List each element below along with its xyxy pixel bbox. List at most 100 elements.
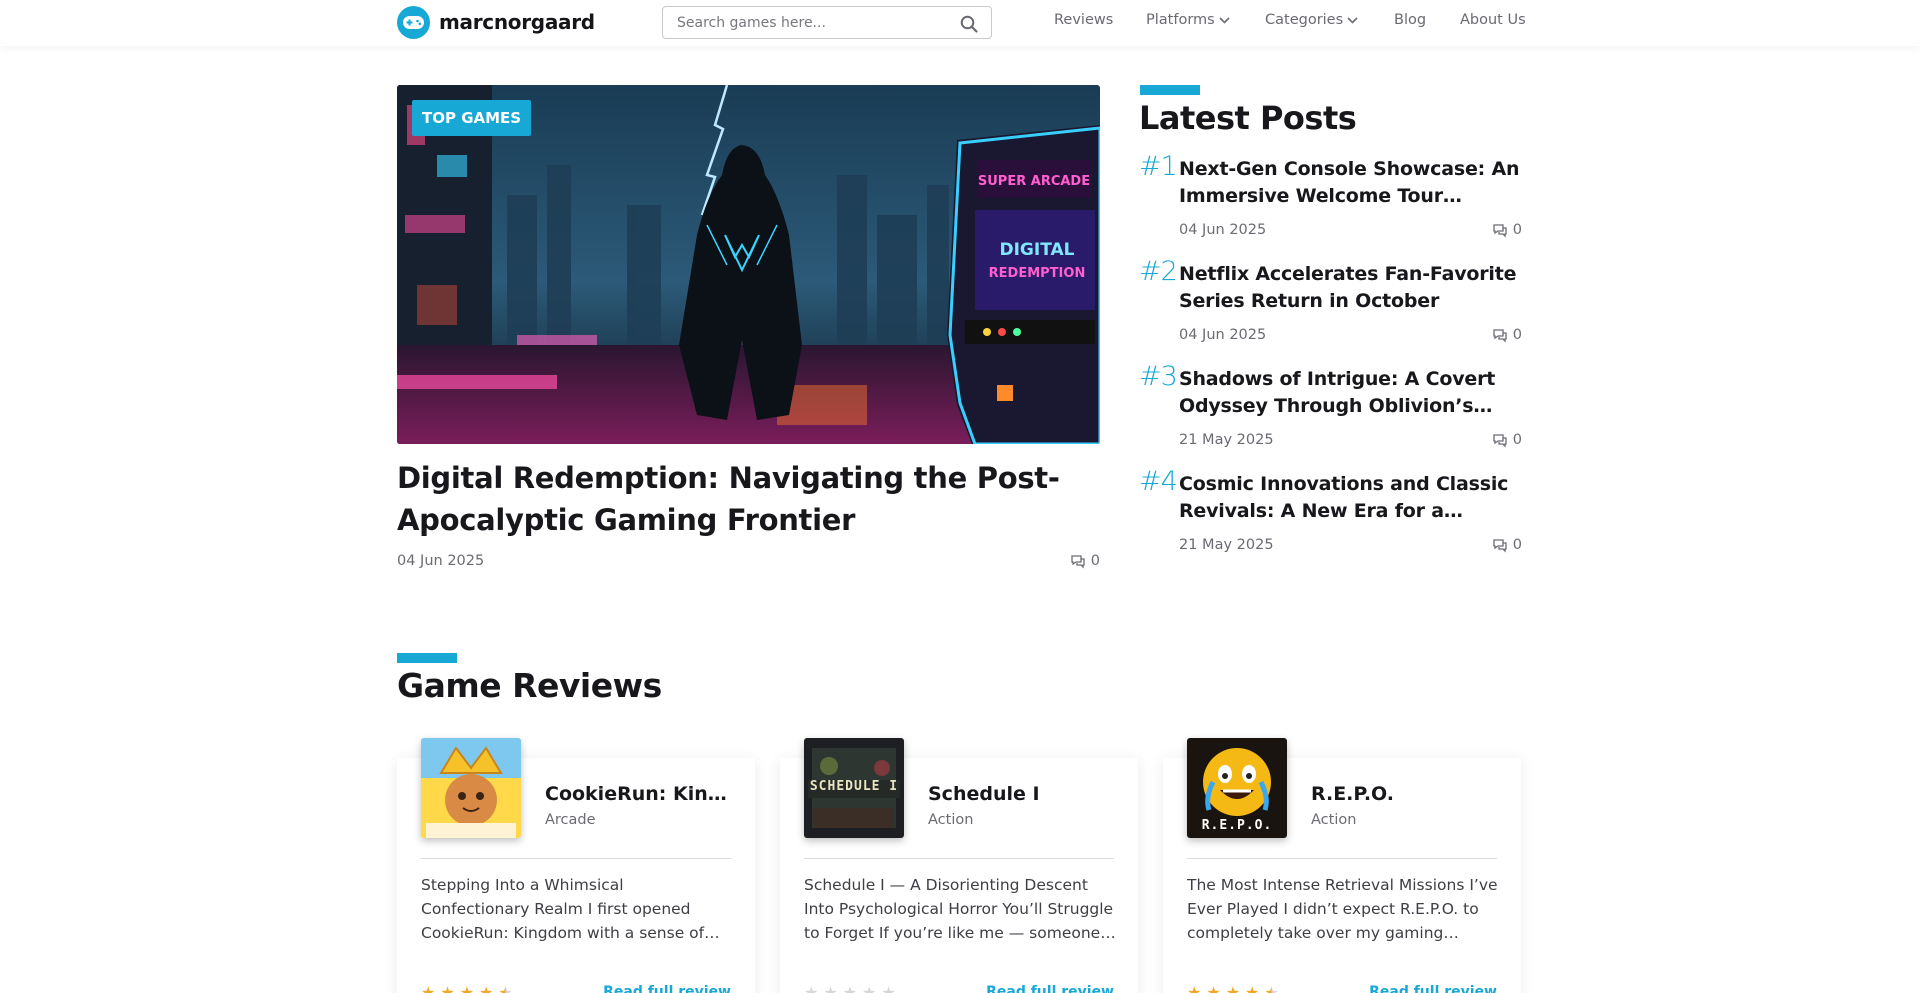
comment-count: 0 [1512, 222, 1522, 238]
svg-text:REDEMPTION: REDEMPTION [989, 266, 1086, 281]
search-box [662, 6, 992, 39]
post-rank: #2 [1139, 256, 1178, 287]
latest-accent-bar [1140, 85, 1200, 95]
chevron-down-icon [1219, 16, 1230, 24]
svg-text:SUPER ARCADE: SUPER ARCADE [978, 174, 1090, 189]
cyberpunk-hooded-figure-arcade-image: SUPER ARCADE DIGITAL REDEMPTION [397, 85, 1100, 444]
review-thumbnail[interactable]: R.E.P.O. [1187, 738, 1287, 838]
gamepad-icon [397, 5, 430, 39]
post-title[interactable]: Netflix Accelerates Fan-Favorite Series … [1179, 261, 1524, 315]
star-rating: ★ ★ ★ ★ ★ [1187, 983, 1279, 993]
comment-icon [1493, 538, 1507, 553]
post-date: 21 May 2025 [1179, 432, 1274, 448]
nav-about-label: About Us [1460, 12, 1526, 28]
thumbnail-title: SCHEDULE I [809, 779, 899, 794]
reviews-accent-bar [397, 653, 457, 663]
nav-blog[interactable]: Blog [1394, 12, 1426, 28]
post-comments[interactable]: 0 [1492, 222, 1522, 238]
post-date: 21 May 2025 [1179, 537, 1274, 553]
nav-reviews[interactable]: Reviews [1054, 12, 1113, 28]
review-title[interactable]: Schedule I [928, 783, 1123, 805]
post-title[interactable]: Next-Gen Console Showcase: An Immersive … [1179, 156, 1524, 210]
star-icon: ★ [862, 983, 877, 993]
post-rank: #4 [1139, 466, 1178, 497]
star-icon: ★ [498, 983, 512, 993]
star-icon: ★ [1187, 983, 1202, 993]
star-icon: ★ [1264, 983, 1278, 993]
hero-date: 04 Jun 2025 [397, 553, 485, 569]
nav-blog-label: Blog [1394, 12, 1427, 28]
hero-title[interactable]: Digital Redemption: Navigating the Post-… [397, 457, 1097, 541]
star-icon: ★ [479, 983, 494, 993]
nav-platforms-label: Platforms [1146, 12, 1215, 28]
divider [804, 858, 1114, 859]
star-icon: ★ [1245, 983, 1260, 993]
nav-categories-label: Categories [1265, 12, 1344, 28]
site-logo[interactable]: marcnorgaard [397, 5, 595, 39]
site-header: marcnorgaard Reviews Platforms Categorie… [0, 0, 1920, 46]
search-icon[interactable] [960, 15, 978, 33]
review-excerpt: Schedule I — A Disorienting Descent Into… [804, 876, 1114, 942]
review-title[interactable]: R.E.P.O. [1311, 783, 1506, 805]
search-input[interactable] [677, 13, 947, 33]
review-thumbnail[interactable] [421, 738, 521, 838]
star-icon: ★ [881, 983, 896, 993]
cookie-character-image [421, 738, 521, 838]
comment-icon [1493, 223, 1507, 238]
post-title[interactable]: Cosmic Innovations and Classic Revivals:… [1179, 471, 1524, 525]
nav-about[interactable]: About Us [1460, 12, 1526, 28]
star-icon: ★ [421, 983, 436, 993]
review-category[interactable]: Arcade [545, 812, 596, 828]
read-review-link[interactable]: Read full review [603, 984, 731, 993]
game-reviews-heading: Game Reviews [397, 666, 662, 705]
review-card: R.E.P.O. R.E.P.O. Action The Most Intens… [1163, 738, 1521, 993]
comment-icon [1493, 328, 1507, 343]
comment-count: 0 [1512, 432, 1522, 448]
nav-categories[interactable]: Categories [1265, 12, 1358, 28]
svg-text:DIGITAL: DIGITAL [1000, 240, 1075, 260]
post-rank: #1 [1139, 151, 1178, 182]
latest-posts-heading: Latest Posts [1139, 99, 1357, 137]
comment-icon [1493, 433, 1507, 448]
star-icon: ★ [823, 983, 838, 993]
thumbnail-title: R.E.P.O. [1201, 818, 1273, 833]
post-date: 04 Jun 2025 [1179, 327, 1267, 343]
hero-image[interactable]: SUPER ARCADE DIGITAL REDEMPTION [397, 85, 1100, 444]
star-icon: ★ [440, 983, 455, 993]
star-rating: ★ ★ ★ ★ ★ [421, 983, 513, 993]
comment-icon [1071, 554, 1085, 569]
divider [1187, 858, 1497, 859]
divider [421, 858, 731, 859]
hero-comments[interactable]: 0 [1070, 553, 1100, 569]
post-title[interactable]: Shadows of Intrigue: A Covert Odyssey Th… [1179, 366, 1524, 420]
post-date: 04 Jun 2025 [1179, 222, 1267, 238]
comment-count: 0 [1512, 327, 1522, 343]
read-review-link[interactable]: Read full review [986, 984, 1114, 993]
post-comments[interactable]: 0 [1492, 537, 1522, 553]
review-thumbnail[interactable]: SCHEDULE I [804, 738, 904, 838]
review-card: CookieRun: Kingdom Arcade Stepping Into … [397, 738, 755, 993]
star-icon: ★ [1206, 983, 1221, 993]
review-category[interactable]: Action [1311, 812, 1356, 828]
post-comments[interactable]: 0 [1492, 432, 1522, 448]
nav-reviews-label: Reviews [1054, 12, 1114, 28]
star-icon: ★ [1225, 983, 1241, 993]
brand-name: marcnorgaard [439, 10, 595, 34]
top-games-badge[interactable]: TOP GAMES [412, 100, 532, 136]
chevron-down-icon [1347, 16, 1358, 24]
star-icon: ★ [804, 983, 819, 993]
post-rank: #3 [1139, 361, 1178, 392]
post-comments[interactable]: 0 [1492, 327, 1522, 343]
comment-count: 0 [1090, 553, 1100, 569]
review-excerpt: Stepping Into a Whimsical Confectionary … [421, 876, 705, 942]
comment-count: 0 [1512, 537, 1522, 553]
nav-platforms[interactable]: Platforms [1146, 12, 1230, 28]
review-title[interactable]: CookieRun: Kingdom [545, 783, 740, 805]
star-icon: ★ [842, 983, 858, 993]
star-rating: ★ ★ ★ ★ ★ [804, 983, 896, 993]
review-excerpt: The Most Intense Retrieval Missions I’ve… [1187, 876, 1498, 942]
review-card: SCHEDULE I Schedule I Action Schedule I … [780, 738, 1138, 993]
review-category[interactable]: Action [928, 812, 973, 828]
read-review-link[interactable]: Read full review [1369, 984, 1497, 993]
star-icon: ★ [459, 983, 475, 993]
